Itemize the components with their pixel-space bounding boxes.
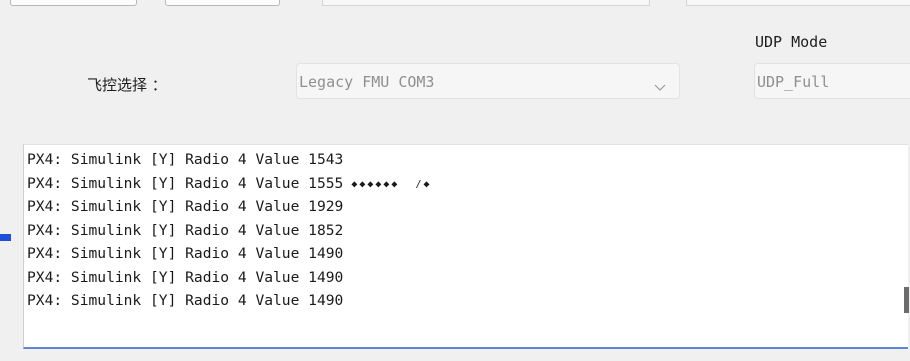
scrollbar-thumb[interactable] (904, 287, 909, 313)
log-line: PX4: Simulink [Y] Radio 4 Value 1929 (27, 198, 344, 215)
udp-mode-value: UDP_Full (757, 73, 830, 91)
flight-control-select[interactable]: Legacy FMU COM3 (296, 63, 680, 99)
log-output[interactable]: PX4: Simulink [Y] Radio 4 Value 1543 PX4… (23, 144, 909, 349)
log-line: PX4: Simulink [Y] Radio 4 Value 1555 ◆◆◆… (27, 174, 432, 192)
flight-control-value: Legacy FMU COM3 (299, 73, 435, 91)
top-field-2[interactable] (686, 0, 910, 6)
udp-mode-field[interactable]: UDP_Full (754, 63, 910, 99)
log-line: PX4: Simulink [Y] Radio 4 Value 1543 (27, 151, 344, 168)
log-line: PX4: Simulink [Y] Radio 4 Value 1490 (27, 292, 344, 309)
top-button-1[interactable] (10, 0, 137, 6)
log-line: PX4: Simulink [Y] Radio 4 Value 1852 (27, 221, 344, 239)
log-line: PX4: Simulink [Y] Radio 4 Value 1490 (27, 245, 344, 262)
log-line: PX4: Simulink [Y] Radio 4 Value 1490 (27, 268, 344, 286)
log-lines: PX4: Simulink [Y] Radio 4 Value 1543 PX4… (27, 148, 432, 313)
top-field-1[interactable] (322, 0, 650, 6)
top-button-2[interactable] (165, 0, 280, 6)
chevron-down-icon (654, 77, 666, 96)
selection-marker (0, 234, 11, 241)
udp-mode-label: UDP Mode (755, 33, 828, 51)
flight-control-label: 飞控选择 ： (87, 76, 167, 94)
